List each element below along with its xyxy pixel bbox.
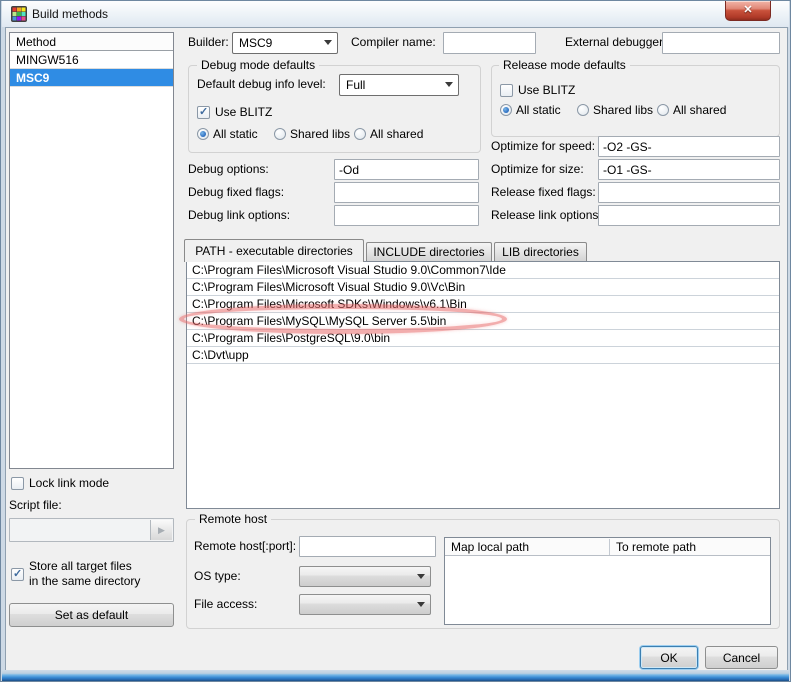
- optimize-size-label: Optimize for size:: [491, 159, 584, 180]
- compiler-name-input[interactable]: [443, 32, 536, 54]
- method-item-mingw516[interactable]: MINGW516: [10, 51, 173, 69]
- script-file-label: Script file:: [9, 495, 62, 516]
- file-access-label: File access:: [194, 594, 257, 615]
- close-icon: ✕: [743, 4, 752, 16]
- method-item-msc9[interactable]: MSC9: [10, 69, 173, 87]
- debug-shared-libs-label: Shared libs: [290, 124, 350, 145]
- debug-fixed-flags-label: Debug fixed flags:: [188, 182, 284, 203]
- builder-value: MSC9: [239, 33, 272, 53]
- optimize-size-input[interactable]: [598, 159, 780, 180]
- path-row-mysql-highlighted[interactable]: C:\Program Files\MySQL\MySQL Server 5.5\…: [187, 313, 779, 330]
- release-fixed-flags-input[interactable]: [598, 182, 780, 203]
- debug-all-static-radio[interactable]: [197, 128, 209, 140]
- titlebar[interactable]: Build methods: [2, 1, 789, 27]
- app-icon: [11, 6, 27, 22]
- path-mapping-table-header: Map local path To remote path: [445, 538, 770, 556]
- map-local-path-header[interactable]: Map local path: [445, 538, 609, 556]
- release-all-shared-label: All shared: [673, 100, 726, 121]
- release-fixed-flags-label: Release fixed flags:: [491, 182, 596, 203]
- lock-link-mode-label: Lock link mode: [29, 473, 109, 494]
- dropdown-arrow-icon: [324, 40, 332, 45]
- debug-info-level-value: Full: [346, 75, 365, 95]
- optimize-speed-label: Optimize for speed:: [491, 136, 595, 157]
- build-methods-dialog: Build methods ✕ Method MINGW516 MSC9 Bui…: [0, 0, 791, 682]
- compiler-name-label: Compiler name:: [351, 32, 436, 53]
- release-all-shared-radio[interactable]: [657, 104, 669, 116]
- set-as-default-button[interactable]: Set as default: [9, 603, 174, 627]
- os-type-select[interactable]: [299, 566, 431, 587]
- external-debugger-input[interactable]: [662, 32, 780, 54]
- path-directory-list: C:\Program Files\Microsoft Visual Studio…: [186, 261, 780, 509]
- debug-shared-libs-radio[interactable]: [274, 128, 286, 140]
- check-icon: ✓: [199, 105, 208, 118]
- close-button[interactable]: ✕: [725, 1, 771, 21]
- debug-all-static-label: All static: [213, 124, 258, 145]
- external-debugger-label: External debugger:: [565, 32, 666, 53]
- remote-host-group-title: Remote host: [195, 512, 271, 526]
- path-row[interactable]: C:\Dvt\upp: [187, 347, 779, 364]
- builder-label: Builder:: [188, 32, 229, 53]
- dropdown-arrow-icon: [417, 602, 425, 607]
- release-link-options-label: Release link options:: [491, 205, 602, 226]
- debug-info-level-select[interactable]: Full: [339, 74, 459, 96]
- tab-include-directories[interactable]: INCLUDE directories: [366, 242, 492, 262]
- store-target-files-label-line2: in the same directory: [29, 574, 140, 589]
- script-file-browse-button[interactable]: ▶: [150, 520, 172, 540]
- path-row[interactable]: C:\Program Files\Microsoft SDKs\Windows\…: [187, 296, 779, 313]
- path-row[interactable]: C:\Program Files\PostgreSQL\9.0\bin: [187, 330, 779, 347]
- debug-all-shared-radio[interactable]: [354, 128, 366, 140]
- store-target-files-checkbox[interactable]: ✓: [11, 568, 24, 581]
- check-icon: ✓: [13, 567, 22, 580]
- browse-arrow-icon: ▶: [158, 525, 165, 535]
- path-row[interactable]: C:\Program Files\Microsoft Visual Studio…: [187, 279, 779, 296]
- window-title: Build methods: [32, 7, 108, 21]
- remote-host-port-label: Remote host[:port]:: [194, 536, 296, 557]
- debug-all-shared-label: All shared: [370, 124, 423, 145]
- release-shared-libs-radio[interactable]: [577, 104, 589, 116]
- os-type-label: OS type:: [194, 566, 241, 587]
- debug-options-label: Debug options:: [188, 159, 269, 180]
- path-row[interactable]: C:\Program Files\Microsoft Visual Studio…: [187, 262, 779, 279]
- dropdown-arrow-icon: [417, 574, 425, 579]
- remote-host-port-input[interactable]: [299, 536, 436, 557]
- ok-button[interactable]: OK: [640, 646, 698, 669]
- to-remote-path-header[interactable]: To remote path: [610, 538, 770, 556]
- cancel-button[interactable]: Cancel: [705, 646, 778, 669]
- release-all-static-label: All static: [516, 100, 561, 121]
- dropdown-arrow-icon: [445, 82, 453, 87]
- store-target-files-label-line1: Store all target files: [29, 559, 132, 574]
- debug-link-options-label: Debug link options:: [188, 205, 290, 226]
- debug-link-options-input[interactable]: [334, 205, 479, 226]
- method-list-header: Method: [10, 33, 173, 51]
- tab-path-directories[interactable]: PATH - executable directories: [184, 239, 364, 262]
- lock-link-mode-checkbox[interactable]: [11, 477, 24, 490]
- release-use-blitz-label: Use BLITZ: [518, 80, 575, 101]
- release-link-options-input[interactable]: [598, 205, 780, 226]
- release-group-title: Release mode defaults: [499, 58, 630, 72]
- path-mapping-table: Map local path To remote path: [444, 537, 771, 625]
- debug-options-input[interactable]: [334, 159, 479, 180]
- file-access-select[interactable]: [299, 594, 431, 615]
- debug-use-blitz-label: Use BLITZ: [215, 102, 272, 123]
- window-bottom-edge: [2, 670, 789, 681]
- script-file-input[interactable]: ▶: [9, 518, 174, 542]
- optimize-speed-input[interactable]: [598, 136, 780, 157]
- debug-fixed-flags-input[interactable]: [334, 182, 479, 203]
- builder-select[interactable]: MSC9: [232, 32, 338, 54]
- tab-lib-directories[interactable]: LIB directories: [494, 242, 587, 262]
- debug-info-level-label: Default debug info level:: [197, 74, 326, 95]
- release-use-blitz-checkbox[interactable]: [500, 84, 513, 97]
- debug-group-title: Debug mode defaults: [197, 58, 319, 72]
- release-shared-libs-label: Shared libs: [593, 100, 653, 121]
- release-all-static-radio[interactable]: [500, 104, 512, 116]
- debug-use-blitz-checkbox[interactable]: ✓: [197, 106, 210, 119]
- method-list: Method MINGW516 MSC9: [9, 32, 174, 469]
